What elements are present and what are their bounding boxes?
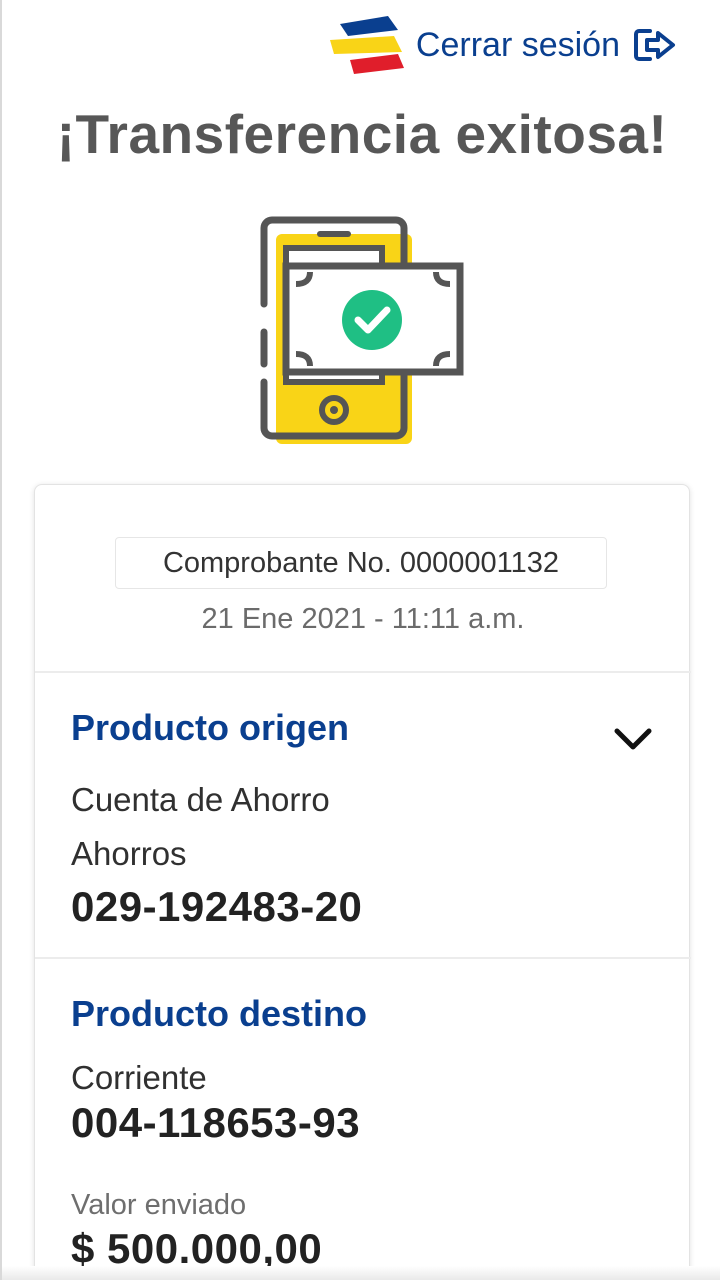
bank-logo-icon — [329, 16, 404, 74]
destination-account-number: 004-118653-93 — [71, 1099, 361, 1146]
receipt-number: Comprobante No. 0000001132 — [115, 537, 607, 589]
origin-section-title: Producto origen — [71, 707, 349, 748]
logout-label: Cerrar sesión — [415, 25, 620, 64]
receipt-datetime: 21 Ene 2021 - 11:11 a.m. — [201, 603, 525, 635]
logout-button[interactable]: Cerrar sesión — [416, 26, 676, 65]
transfer-summary-card: Comprobante No. 0000001132 21 Ene 2021 -… — [34, 484, 691, 1280]
chevron-down-icon[interactable] — [611, 721, 655, 755]
logout-arrow-icon — [634, 29, 675, 61]
origin-account-number: 029-192483-20 — [71, 883, 363, 930]
destination-account-type: Corriente — [71, 1059, 207, 1096]
page-title: ¡Transferencia exitosa! — [56, 103, 668, 165]
amount-label: Valor enviado — [71, 1189, 247, 1221]
origin-account-type: Ahorros — [71, 835, 187, 872]
destination-section-title: Producto destino — [71, 993, 367, 1034]
phone-money-check-icon — [260, 216, 464, 444]
bottom-shadow — [2, 1266, 720, 1280]
top-bar: Cerrar sesión — [328, 14, 676, 76]
divider — [35, 671, 691, 673]
divider — [35, 957, 691, 959]
transfer-success-screen: Cerrar sesión ¡Transferencia exitosa! Co… — [0, 0, 720, 1280]
origin-product-name: Cuenta de Ahorro — [71, 781, 330, 818]
